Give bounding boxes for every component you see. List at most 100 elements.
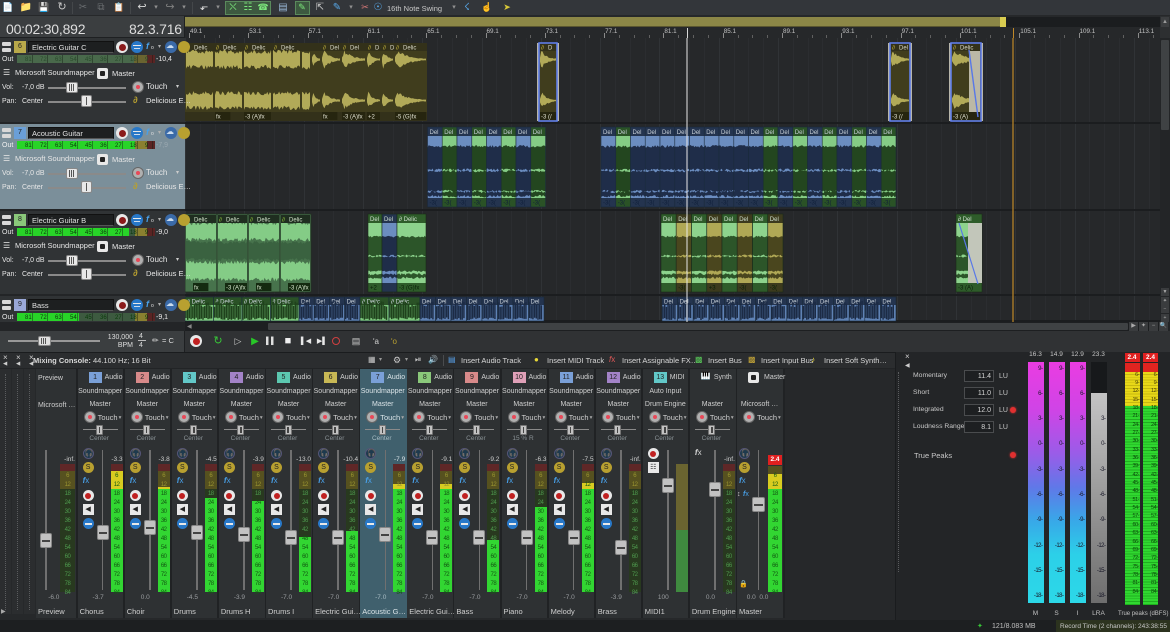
svg-text:Del: Del: [677, 130, 686, 136]
svg-text:-3(: -3(: [883, 201, 890, 207]
svg-text:Del: Del: [692, 130, 701, 136]
svg-text:Del: Del: [459, 130, 468, 136]
svg-text:D: D: [375, 46, 380, 52]
svg-text:Del: Del: [770, 217, 779, 223]
svg-text:-3(: -3(: [824, 201, 831, 207]
svg-text:∂: ∂: [396, 45, 399, 52]
svg-text:-3(: -3(: [518, 201, 525, 207]
svg-text:∂ Del: ∂ Del: [958, 216, 972, 223]
svg-text:-3(: -3(: [795, 201, 802, 207]
svg-text:Del: Del: [633, 130, 642, 136]
svg-text:-3(: -3(: [736, 201, 743, 207]
svg-text:Del: Del: [438, 300, 447, 306]
svg-text:Delic: Delic: [257, 218, 270, 224]
svg-text:Del: Del: [724, 217, 733, 223]
svg-text:Del: Del: [603, 130, 612, 136]
svg-text:Delic: Delic: [194, 218, 207, 224]
svg-text:Del: Del: [854, 130, 863, 136]
svg-text:-3(: -3(: [603, 201, 610, 207]
svg-text:Del: Del: [883, 130, 892, 136]
svg-text:∂: ∂: [368, 45, 371, 52]
svg-text:-3 (A): -3 (A): [958, 286, 973, 292]
svg-text:Del: Del: [474, 130, 483, 136]
svg-text:Del: Del: [350, 46, 359, 52]
svg-text:Del: Del: [755, 217, 764, 223]
svg-text:-3(: -3(: [444, 201, 451, 207]
svg-text:-3 (/: -3 (/: [541, 115, 552, 121]
svg-text:Del: Del: [824, 130, 833, 136]
svg-text:∂: ∂: [343, 45, 346, 52]
svg-text:-3(: -3(: [677, 201, 684, 207]
svg-text:Del: Del: [765, 130, 774, 136]
svg-text:Del: Del: [444, 130, 453, 136]
svg-text:Del: Del: [739, 217, 748, 223]
svg-text:fx: fx: [323, 115, 328, 121]
svg-text:Del: Del: [533, 130, 542, 136]
svg-text:Del: Del: [706, 130, 715, 136]
svg-text:-3(: -3(: [533, 201, 540, 207]
svg-text:∂: ∂: [892, 45, 895, 52]
svg-text:∂: ∂: [274, 45, 277, 52]
svg-text:+3: +3: [709, 286, 717, 292]
svg-text:Del: Del: [489, 130, 498, 136]
svg-text:-3(: -3(: [839, 201, 846, 207]
svg-text:Del: Del: [780, 130, 789, 136]
svg-text:-3(: -3(: [489, 201, 496, 207]
svg-text:-3(: -3(: [430, 201, 437, 207]
svg-text:∂: ∂: [250, 217, 253, 224]
svg-text:-3(: -3(: [751, 201, 758, 207]
svg-text:Del: Del: [795, 130, 804, 136]
svg-text:-3(: -3(: [678, 286, 685, 292]
svg-text:Del: Del: [518, 130, 527, 136]
svg-text:∂: ∂: [245, 45, 248, 52]
svg-text:-3 (A)fx: -3 (A)fx: [289, 286, 309, 292]
svg-text:-3(: -3(: [662, 201, 669, 207]
svg-text:Del: Del: [663, 217, 672, 223]
svg-text:∂: ∂: [282, 217, 285, 224]
svg-text:∂ Delic: ∂ Delic: [399, 216, 417, 223]
svg-text:Del: Del: [694, 217, 703, 223]
svg-text:-3 (G)fx: -3 (G)fx: [399, 286, 419, 292]
svg-text:-3 (A)fx: -3 (A)fx: [245, 115, 265, 121]
svg-text:Delic: Delic: [960, 46, 973, 52]
svg-text:Delic: Delic: [289, 218, 302, 224]
svg-text:D: D: [548, 46, 553, 52]
svg-text:-3(: -3(: [618, 201, 625, 207]
svg-text:Del: Del: [647, 130, 656, 136]
svg-text:-3(: -3(: [739, 286, 746, 292]
svg-text:-3(: -3(: [765, 201, 772, 207]
svg-text:fx: fx: [257, 286, 262, 292]
svg-text:fx: fx: [216, 115, 221, 121]
svg-text:-3(: -3(: [633, 201, 640, 207]
svg-text:Del: Del: [721, 130, 730, 136]
svg-text:+2: +2: [370, 286, 378, 292]
svg-text:Del: Del: [370, 217, 379, 223]
svg-text:-3(: -3(: [721, 201, 728, 207]
svg-text:-3 (/: -3 (/: [892, 115, 903, 121]
svg-text:-3(: -3(: [770, 286, 777, 292]
svg-text:Del: Del: [662, 130, 671, 136]
svg-text:Del: Del: [384, 217, 393, 223]
svg-text:-3 (A)fx: -3 (A)fx: [343, 115, 363, 121]
svg-text:∂: ∂: [541, 45, 544, 52]
svg-text:Del: Del: [330, 46, 339, 52]
svg-text:Del: Del: [736, 130, 745, 136]
svg-text:-3(: -3(: [474, 201, 481, 207]
svg-text:Del: Del: [430, 130, 439, 136]
svg-text:Del: Del: [810, 130, 819, 136]
svg-text:+2: +2: [368, 115, 376, 121]
svg-text:-3 (A)fx: -3 (A)fx: [226, 286, 246, 292]
svg-text:∂: ∂: [216, 45, 219, 52]
svg-text:Del: Del: [678, 217, 687, 223]
svg-text:fx: fx: [194, 286, 199, 292]
svg-text:-3(: -3(: [706, 201, 713, 207]
svg-text:Del: Del: [751, 130, 760, 136]
svg-text:-5 (G)fx: -5 (G)fx: [396, 115, 416, 121]
svg-text:-3(: -3(: [459, 201, 466, 207]
svg-text:-3(: -3(: [869, 201, 876, 207]
svg-text:Delic: Delic: [403, 46, 416, 52]
svg-text:-3 (A): -3 (A): [953, 115, 968, 121]
svg-text:∂: ∂: [323, 45, 326, 52]
svg-text:Del: Del: [869, 130, 878, 136]
svg-text:-3(: -3(: [647, 201, 654, 207]
